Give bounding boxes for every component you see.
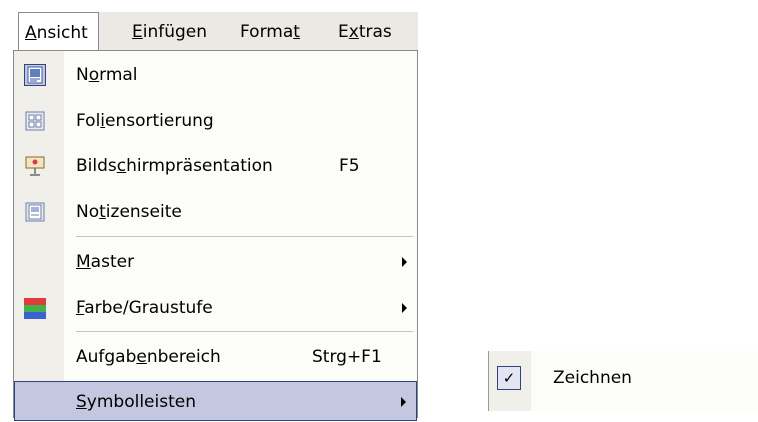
- menu-item-label: Foliensortierung: [76, 111, 214, 131]
- slideshow-icon: [24, 155, 46, 177]
- menu-item-label: Notizenseite: [76, 202, 182, 222]
- menu-item-task-pane[interactable]: Aufgabenbereich Strg+F1: [14, 335, 417, 379]
- menu-separator: [76, 331, 413, 332]
- menu-item-label: Bildschirmpräsentation: [76, 156, 273, 176]
- menu-item-slideshow[interactable]: Bildschirmpräsentation F5: [14, 144, 417, 188]
- menu-ansicht[interactable]: Ansicht: [18, 12, 99, 53]
- menu-item-notes-page[interactable]: Notizenseite: [14, 190, 417, 234]
- menu-item-toolbars[interactable]: Symbolleisten: [14, 381, 417, 421]
- menu-item-normal[interactable]: Normal: [14, 53, 417, 97]
- shortcut-label: F5: [339, 156, 360, 176]
- menu-item-slide-sorter[interactable]: Foliensortierung: [14, 99, 417, 143]
- menu-separator: [76, 236, 413, 237]
- submenu-item-drawing[interactable]: Zeichnen: [553, 363, 632, 393]
- normal-view-icon: [24, 64, 46, 86]
- submenu-arrow-icon: [402, 303, 407, 313]
- notes-page-icon: [24, 201, 46, 223]
- submenu-arrow-icon: [402, 257, 407, 267]
- shortcut-label: Strg+F1: [312, 347, 382, 367]
- menubar: Ansicht Einfügen Format Extras: [18, 12, 418, 53]
- checkmark-icon: ✓: [497, 366, 521, 390]
- toolbars-submenu: ✓ Zeichnen: [488, 351, 758, 411]
- slide-sorter-icon: [24, 110, 46, 132]
- menu-item-label: Aufgabenbereich: [76, 347, 221, 367]
- menu-einfuegen[interactable]: Einfügen: [132, 12, 207, 52]
- menu-item-label: Symbolleisten: [76, 392, 196, 412]
- menu-item-label: Normal: [76, 65, 138, 85]
- menu-format[interactable]: Format: [240, 12, 300, 52]
- menu-item-master[interactable]: Master: [14, 240, 417, 284]
- submenu-arrow-icon: [401, 397, 406, 407]
- color-grayscale-icon: [24, 297, 46, 319]
- menu-item-label: Master: [76, 252, 135, 272]
- menu-item-color-grayscale[interactable]: Farbe/Graustufe: [14, 286, 417, 330]
- menu-item-label: Farbe/Graustufe: [76, 298, 213, 318]
- menu-extras[interactable]: Extras: [338, 12, 392, 52]
- view-menu-dropdown: Normal Foliensortierung Bildschirmpräsen…: [13, 50, 418, 421]
